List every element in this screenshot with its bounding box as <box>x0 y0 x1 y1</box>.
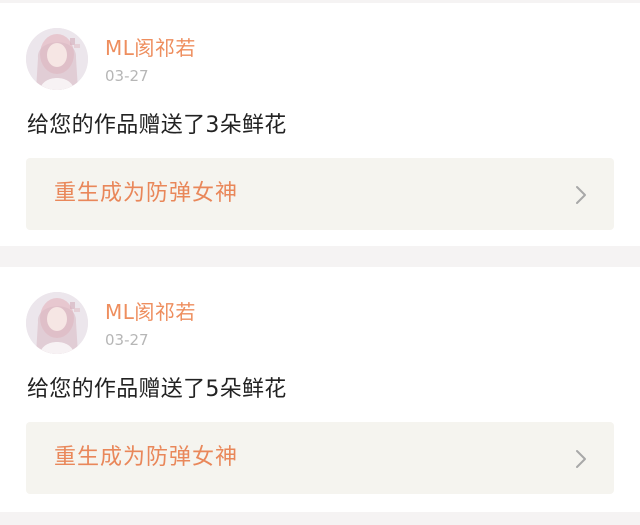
user-avatar-photo <box>26 28 88 90</box>
work-title: 重生成为防弹女神 <box>54 445 239 470</box>
timestamp: 03-27 <box>105 67 149 85</box>
username[interactable]: ML阂祁若 <box>105 36 196 60</box>
avatar[interactable] <box>26 292 88 354</box>
username[interactable]: ML阂祁若 <box>105 300 196 324</box>
notification-card: ML阂祁若 03-27 给您的作品赠送了3朵鲜花 重生成为防弹女神 <box>0 3 640 246</box>
work-link-card[interactable]: 重生成为防弹女神 <box>26 158 614 230</box>
timestamp: 03-27 <box>105 331 149 349</box>
chevron-right-icon <box>574 185 588 205</box>
work-link-card[interactable]: 重生成为防弹女神 <box>26 422 614 494</box>
notification-card: ML阂祁若 03-27 给您的作品赠送了5朵鲜花 重生成为防弹女神 <box>0 267 640 512</box>
work-title: 重生成为防弹女神 <box>54 181 239 206</box>
user-avatar-photo <box>26 292 88 354</box>
gift-message: 给您的作品赠送了3朵鲜花 <box>27 113 287 138</box>
gift-message: 给您的作品赠送了5朵鲜花 <box>27 377 287 402</box>
notification-feed: ML阂祁若 03-27 给您的作品赠送了3朵鲜花 重生成为防弹女神 ML阂祁若 … <box>0 0 640 525</box>
avatar[interactable] <box>26 28 88 90</box>
chevron-right-icon <box>574 449 588 469</box>
